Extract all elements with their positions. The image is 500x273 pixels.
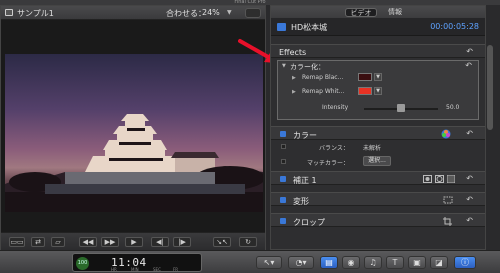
display-button[interactable]: ▭▭ — [9, 237, 25, 247]
generator-icon[interactable]: ▣ — [408, 256, 426, 269]
reset-icon[interactable]: ↶ — [466, 174, 473, 183]
reset-icon[interactable]: ↶ — [465, 61, 472, 70]
mask-icon[interactable] — [423, 175, 432, 183]
retime-icon[interactable]: ◔▾ — [288, 256, 314, 269]
remap-black-label: Remap Blac... — [302, 74, 344, 81]
color-board-icon[interactable] — [441, 129, 451, 139]
color-details: バランス： 未解析 マッチカラー： 選択... — [271, 140, 485, 170]
shape-mask-icon[interactable] — [435, 175, 444, 183]
reset-icon[interactable]: ↶ — [466, 47, 473, 56]
viewer-header: サンプル1 合わせる： 24% ▼ — [1, 6, 265, 20]
inspector-icon[interactable]: ⓘ — [454, 256, 476, 269]
music-icon[interactable]: ♫ — [364, 256, 382, 269]
balance-value: 未解析 — [363, 145, 382, 152]
transform-label: 変形 — [293, 197, 309, 206]
audio-meter-button[interactable] — [245, 8, 261, 18]
balance-label: バランス： — [319, 145, 349, 152]
color-section[interactable]: カラー ↶ — [271, 126, 485, 140]
correction-section[interactable]: 補正 1 ↶ — [271, 171, 485, 185]
inspector-scrollbar[interactable] — [487, 45, 493, 130]
reset-icon[interactable]: ↶ — [466, 195, 473, 204]
chevron-down-icon[interactable]: ▼ — [227, 9, 232, 16]
clip-timecode: 00:00:05:28 — [430, 22, 479, 31]
bottom-toolbar: 100 11:04 HR MIN SEC FR ↖▾ ◔▾ ▤ ◉ ♫ T ▣ … — [0, 250, 500, 273]
unit-hr: HR — [111, 267, 117, 272]
castle-image — [5, 114, 263, 212]
match-checkbox[interactable] — [281, 159, 286, 164]
disclosure-triangle-icon[interactable]: ▶ — [292, 89, 296, 95]
fit-label: 合わせる： — [166, 9, 206, 18]
balance-checkbox[interactable] — [281, 144, 286, 149]
inspector-clip-title: HD松本城 — [291, 23, 328, 32]
enable-checkbox[interactable] — [280, 176, 286, 182]
unit-fr: FR — [173, 267, 179, 272]
crop-section[interactable]: クロップ ↶ — [271, 213, 485, 227]
zoom-value[interactable]: 24% — [202, 8, 220, 17]
inspector-panel: ビデオ 情報 HD松本城 00:00:05:28 Effects ↶ ▼ カラー… — [270, 5, 486, 250]
crop-button[interactable]: ▱ — [51, 237, 65, 247]
fullscreen-button[interactable]: ↘↖ — [213, 237, 231, 247]
arrow-tool-icon[interactable]: ↖▾ — [256, 256, 282, 269]
intensity-value[interactable]: 50.0 — [446, 104, 459, 111]
enable-checkbox[interactable] — [280, 131, 286, 137]
dashboard[interactable]: 100 11:04 HR MIN SEC FR — [72, 253, 202, 272]
background-task-indicator[interactable]: 100 — [76, 257, 89, 270]
tab-video[interactable]: ビデオ — [345, 8, 377, 17]
tab-info[interactable]: 情報 — [383, 8, 407, 17]
photo-icon[interactable]: ◉ — [342, 256, 360, 269]
chevron-down-icon[interactable]: ▼ — [374, 73, 382, 81]
remap-black-swatch[interactable] — [358, 73, 372, 81]
correction-label: 補正 1 — [293, 176, 317, 185]
crop-icon[interactable] — [443, 217, 452, 226]
theme-icon[interactable]: ◪ — [430, 256, 448, 269]
prev-frame-button[interactable]: ◀◀ — [79, 237, 97, 247]
transform-button[interactable]: ⇄ — [31, 237, 45, 247]
viewer-controls: ▭▭ ⇄ ▱ ◀◀ ▶▶ ▶ ◀| |▶ ↘↖ ↻ — [1, 232, 265, 250]
title-icon[interactable]: T — [386, 256, 404, 269]
unit-min: MIN — [131, 267, 139, 272]
colorize-effect: ▼ カラー化： ↶ ▶ Remap Blac... ▼ ▶ Remap Whit… — [277, 60, 479, 120]
intensity-label: Intensity — [322, 104, 349, 111]
effects-label: Effects — [279, 48, 307, 57]
enable-checkbox[interactable] — [280, 197, 286, 203]
viewer-panel: サンプル1 合わせる： 24% ▼ ▭▭ ⇄ ▱ ◀◀ ▶▶ ▶ ◀| |▶ ↘… — [0, 5, 266, 250]
inspector-clip-bar: HD松本城 00:00:05:28 — [271, 18, 485, 36]
next-frame-button[interactable]: ▶▶ — [101, 237, 119, 247]
viewer-clip-name: サンプル1 — [17, 9, 54, 18]
film-icon — [277, 23, 286, 31]
play-button[interactable]: ▶ — [125, 237, 143, 247]
disclosure-triangle-icon[interactable]: ▼ — [282, 63, 286, 69]
go-to-start-button[interactable]: ◀| — [151, 237, 169, 247]
unit-sec: SEC — [153, 267, 161, 272]
intensity-slider-thumb[interactable] — [397, 104, 405, 112]
reset-icon[interactable]: ↶ — [466, 129, 473, 138]
remap-white-label: Remap Whit... — [302, 88, 345, 95]
browser-icon[interactable]: ▤ — [320, 256, 338, 269]
reset-icon[interactable]: ↶ — [466, 216, 473, 225]
video-preview — [5, 54, 263, 212]
crop-label: クロップ — [293, 218, 325, 227]
colorize-label: カラー化： — [290, 63, 325, 71]
choose-match-button[interactable]: 選択... — [363, 156, 391, 166]
clip-icon — [5, 9, 13, 16]
effects-section[interactable]: Effects ↶ — [271, 44, 485, 58]
chevron-down-icon[interactable]: ▼ — [374, 87, 382, 95]
go-to-end-button[interactable]: |▶ — [173, 237, 191, 247]
color-mask-icon[interactable] — [447, 175, 455, 183]
inspector-tabs: ビデオ 情報 — [271, 6, 485, 18]
disclosure-triangle-icon[interactable]: ▶ — [292, 75, 296, 81]
loop-button[interactable]: ↻ — [239, 237, 257, 247]
remap-white-swatch[interactable] — [358, 87, 372, 95]
transform-icon[interactable] — [443, 196, 453, 204]
match-label: マッチカラー： — [307, 160, 350, 167]
enable-checkbox[interactable] — [280, 218, 286, 224]
transform-section[interactable]: 変形 ↶ — [271, 192, 485, 206]
